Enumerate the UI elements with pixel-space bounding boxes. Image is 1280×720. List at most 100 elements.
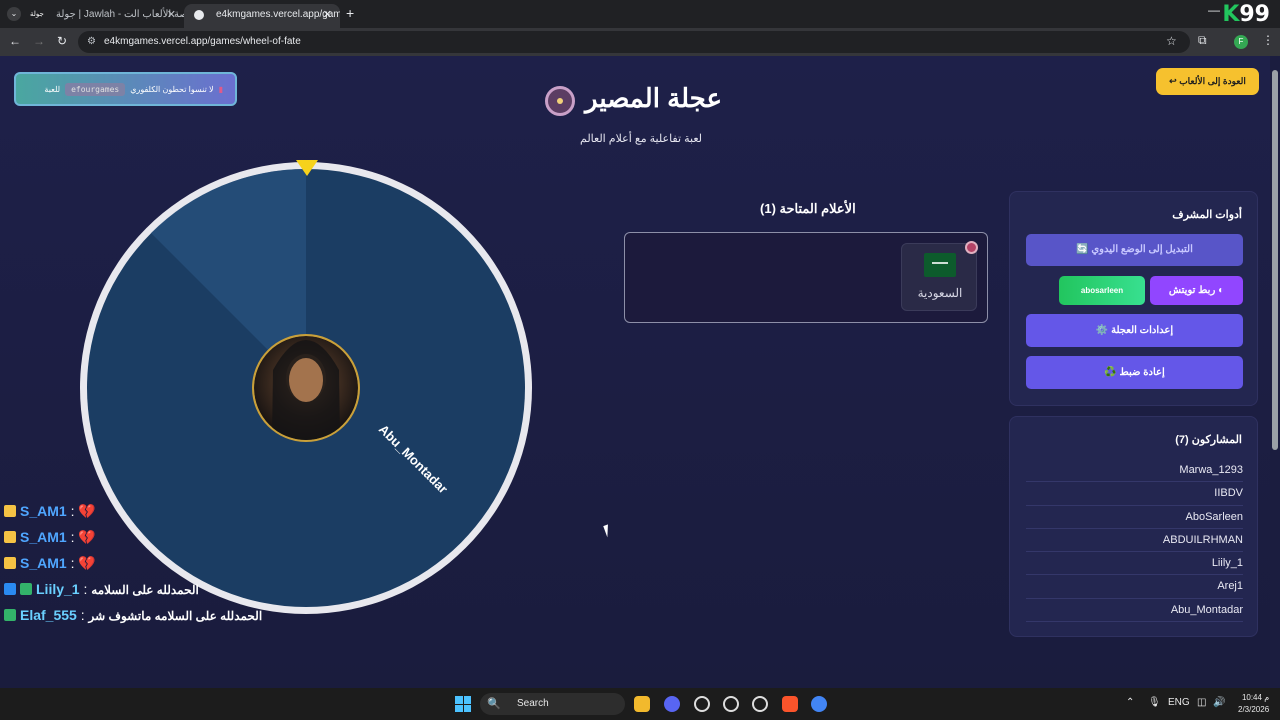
forward-arrow-icon[interactable]: → (33, 34, 45, 48)
chat-message: S_AM1 : 💔 (0, 524, 300, 550)
microphone-icon[interactable]: 🎙 (1148, 697, 1161, 708)
chat-user: S_AM1 (20, 555, 67, 571)
participants-list: Marwa_1293 IIBDV AboSarleen ABDUILRHMAN … (1026, 459, 1243, 623)
clock-time: 10:44 م (1241, 693, 1270, 702)
app-icon[interactable] (752, 696, 768, 712)
gift-icon: ▮ (218, 84, 223, 94)
address-bar[interactable]: ⚙ e4kmgames.vercel.app/games/wheel-of-fa… (78, 31, 1190, 53)
crown-icon (4, 557, 16, 569)
site-info-icon[interactable]: ⚙ (87, 31, 96, 53)
discord-icon[interactable] (664, 696, 680, 712)
tab-list-button[interactable]: ⌄ (7, 7, 21, 21)
flag-card[interactable]: السعودية (901, 243, 977, 311)
twitch-user-badge[interactable]: abosarleen (1059, 276, 1145, 305)
badge-icon (20, 583, 32, 595)
new-tab-icon[interactable]: + (346, 5, 354, 21)
chat-user: Elaf_555 (20, 607, 77, 623)
more-menu-icon[interactable]: ⋮ (1262, 33, 1274, 47)
crown-icon (4, 531, 16, 543)
participants-title: المشاركون (7) (1175, 434, 1242, 446)
network-icon[interactable]: ◫ (1197, 697, 1206, 708)
participants-panel: المشاركون (7) Marwa_1293 IIBDV AboSarlee… (1009, 416, 1258, 637)
close-icon[interactable]: ✕ (167, 4, 176, 26)
chat-message: S_AM1 : 💔 (0, 498, 300, 524)
badge-icon (4, 583, 16, 595)
promo-text: لا تنسوا تحطون الكلفوري (130, 84, 214, 94)
profile-avatar[interactable]: F (1234, 35, 1248, 49)
clock[interactable]: 10:44 م 2/3/2026 (1238, 692, 1269, 716)
reload-icon[interactable]: ↻ (57, 34, 67, 48)
volume-icon[interactable]: 🔊 (1213, 697, 1225, 708)
taskbar-search[interactable]: 🔍 Search (480, 693, 625, 715)
wheel-pointer-icon (296, 160, 318, 176)
tab-label: جولة | Jawlah - منصة الألعاب الت... (56, 9, 184, 20)
twitch-user-label: abosarleen (1080, 286, 1124, 295)
promo-suffix: للعبة (44, 84, 61, 94)
twitch-icon: ◐ (1218, 285, 1225, 296)
heart-icon: 💔 (78, 529, 96, 545)
obs-icon[interactable] (694, 696, 710, 712)
search-icon: 🔍 (487, 698, 501, 710)
flag-remove-button[interactable] (965, 241, 978, 254)
chrome-icon[interactable] (811, 696, 827, 712)
back-arrow-icon[interactable]: ← (9, 34, 21, 48)
heart-icon: 💔 (78, 503, 96, 519)
heart-icon: 💔 (78, 555, 96, 571)
browser-toolbar: ← → ↻ ⚙ e4kmgames.vercel.app/games/wheel… (0, 28, 1280, 56)
page-subtitle: لعبة تفاعلية مع أعلام العالم (580, 133, 702, 145)
available-flags-title: الأعلام المتاحة (1) (760, 201, 856, 216)
windows-start-icon[interactable] (455, 696, 471, 712)
list-item: AboSarleen (1026, 506, 1243, 529)
list-item: Marwa_1293 (1026, 459, 1243, 483)
twitch-connect-button[interactable]: ربط تويتش ◐ (1150, 276, 1243, 305)
clock-date: 2/3/2026 (1238, 705, 1270, 714)
taskbar: 🔍 Search ⌃ 🎙 ENG ◫ 🔊 10:44 م 2/3/2026 (0, 688, 1280, 720)
list-item: Arej1 (1026, 575, 1243, 599)
file-explorer-icon[interactable] (634, 696, 650, 712)
flags-container: السعودية (624, 232, 988, 323)
chat-user: Liily_1 (36, 581, 80, 597)
brave-icon[interactable] (782, 696, 798, 712)
chat-message: Elaf_555 : الحمدلله على السلامه ماتشوف ش… (0, 602, 300, 628)
ferris-wheel-icon (545, 86, 575, 116)
jawlah-favicon: جولة (30, 11, 44, 18)
chat-message: Liily_1 : الحمدلله على السلامه (0, 576, 300, 602)
search-label: Search (517, 698, 549, 709)
chat-user: S_AM1 (20, 529, 67, 545)
scrollbar-thumb[interactable] (1272, 70, 1278, 450)
chat-message: S_AM1 : 💔 (0, 550, 300, 576)
promo-banner: للعبة efourgames لا تنسوا تحطون الكلفوري… (14, 72, 237, 106)
list-item: IIBDV (1026, 482, 1243, 506)
steam-icon[interactable] (723, 696, 739, 712)
bookmark-star-icon[interactable]: ☆ (1166, 34, 1177, 48)
twitch-connect-label: ربط تويتش (1168, 285, 1216, 296)
tray-overflow-icon[interactable]: ⌃ (1126, 697, 1134, 708)
globe-icon (194, 10, 204, 20)
badge-icon (4, 609, 16, 621)
extensions-icon[interactable]: ⧉ (1198, 33, 1207, 48)
tab-label: e4kmgames.vercel.app/games/... (216, 9, 340, 20)
saudi-flag-image (924, 253, 956, 277)
tab-e4kmgames[interactable]: e4kmgames.vercel.app/games/... ✕ (184, 4, 340, 28)
manual-mode-button[interactable]: 🔄 التبديل إلى الوضع اليدوي (1026, 234, 1243, 266)
list-item: Liily_1 (1026, 552, 1243, 576)
page-title: عجلة المصير (585, 83, 722, 113)
chat-overlay: S_AM1 : 💔 S_AM1 : 💔 S_AM1 : 💔 Liily_1 : … (0, 498, 300, 628)
reset-button[interactable]: ♻️ إعادة ضبط (1026, 356, 1243, 389)
chat-user: S_AM1 (20, 503, 67, 519)
wheel-settings-button[interactable]: ⚙️ إعدادات العجلة (1026, 314, 1243, 347)
chat-text: الحمدلله على السلامه ماتشوف شر (88, 609, 263, 623)
back-to-games-button[interactable]: ↩ العودة إلى الألعاب (1156, 68, 1259, 95)
tab-jawlah[interactable]: جولة جولة | Jawlah - منصة الألعاب الت...… (24, 4, 184, 28)
promo-code: efourgames (65, 82, 126, 96)
chat-text: الحمدلله على السلامه (91, 583, 199, 597)
language-indicator[interactable]: ENG (1168, 697, 1190, 708)
minimize-icon[interactable]: — (1208, 3, 1220, 17)
list-item: Abu_Montadar (1026, 599, 1243, 623)
close-icon[interactable]: ✕ (323, 4, 332, 26)
list-item: ABDUILRHMAN (1026, 529, 1243, 553)
admin-tools-title: أدوات المشرف (1172, 209, 1242, 221)
mouse-cursor (603, 522, 617, 538)
admin-tools-panel: أدوات المشرف 🔄 التبديل إلى الوضع اليدوي … (1009, 191, 1258, 406)
k99-badge: K99 (1222, 2, 1270, 27)
